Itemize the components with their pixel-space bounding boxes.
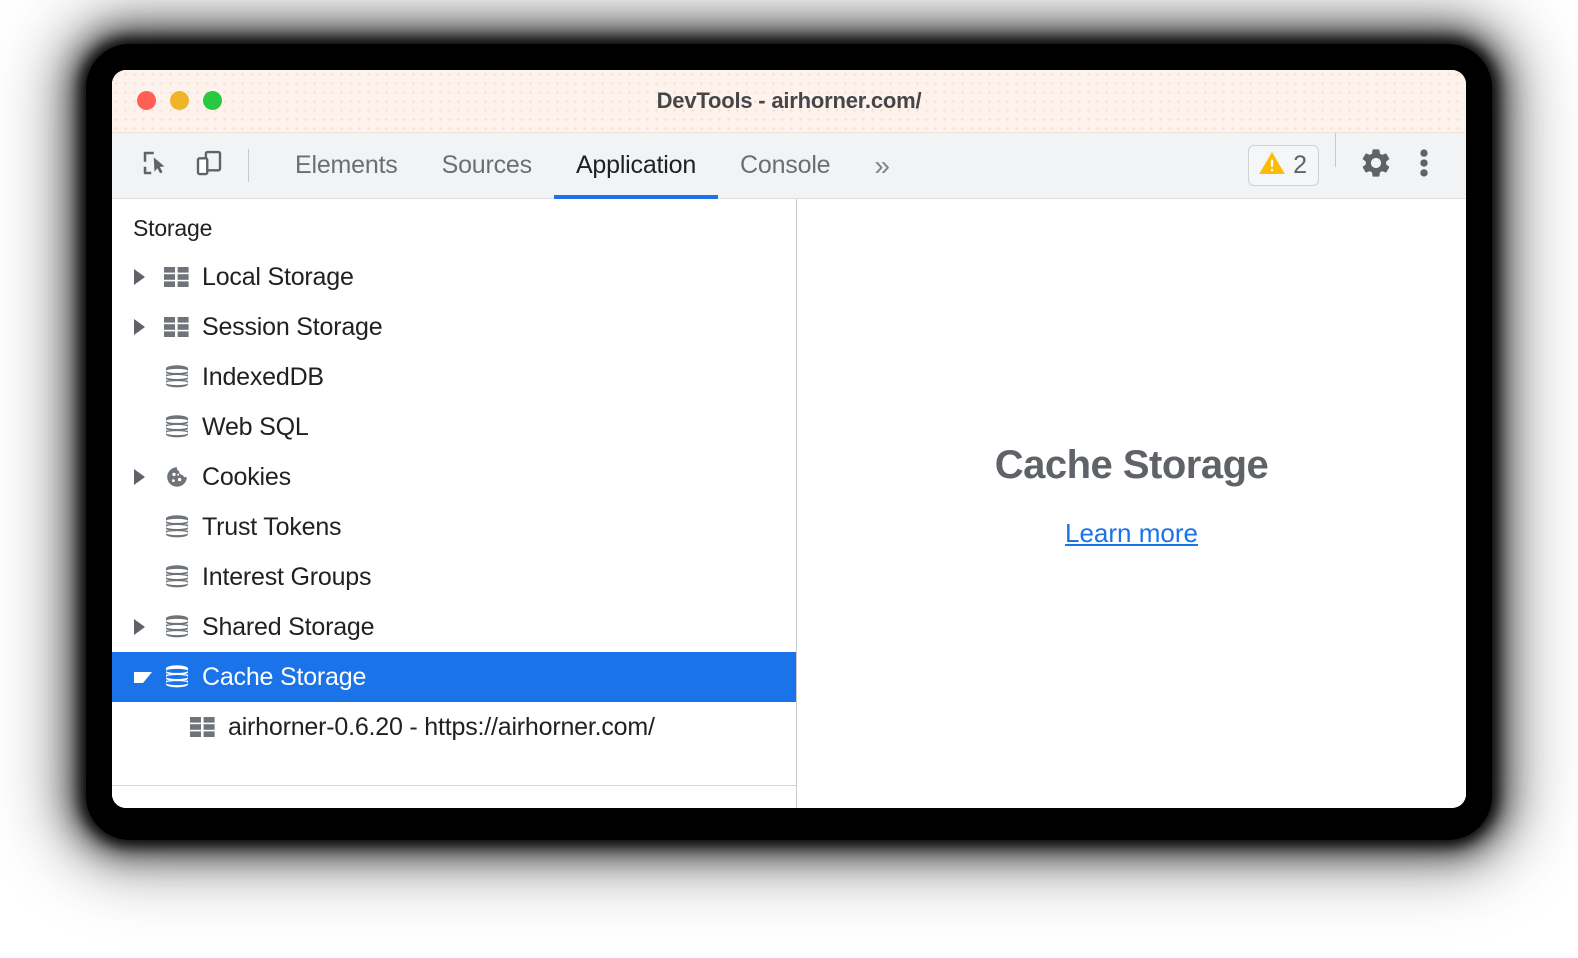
tab-label: Console [740,151,831,179]
sidebar-item-label: Cookies [202,462,291,491]
application-sidebar: Storage Local Storage Session Storage In… [112,199,797,808]
database-icon [160,665,194,689]
sidebar-item-interest-groups[interactable]: Interest Groups [112,552,796,602]
devtools-window: DevTools - airhorner.com/ Elements Sourc… [112,70,1466,808]
table-icon [160,317,194,337]
table-icon [160,267,194,287]
gear-icon [1359,146,1393,185]
panel-body: Storage Local Storage Session Storage In… [112,199,1466,808]
sidebar-item-trust-tokens[interactable]: Trust Tokens [112,502,796,552]
chevron-right-icon[interactable] [134,619,160,635]
chevron-double-right-icon: » [874,149,890,181]
more-options-button[interactable] [1400,142,1448,190]
settings-button[interactable] [1352,142,1400,190]
tab-label: Elements [295,151,398,179]
sidebar-item-label: Cache Storage [202,662,367,691]
sidebar-item-session-storage[interactable]: Session Storage [112,302,796,352]
sidebar-item-shared-storage[interactable]: Shared Storage [112,602,796,652]
sidebar-item-cache-storage[interactable]: Cache Storage [112,652,796,702]
database-icon [160,565,194,589]
tab-sources[interactable]: Sources [420,133,554,198]
toolbar-divider [248,149,249,182]
tab-label: Application [575,151,697,179]
sidebar-item-label: Shared Storage [202,612,375,641]
tab-label: Sources [441,151,533,179]
sidebar-item-cache-entry[interactable]: airhorner-0.6.20 - https://airhorner.com… [112,702,796,752]
warning-badge[interactable]: 2 [1248,145,1319,186]
sidebar-item-indexeddb[interactable]: IndexedDB [112,352,796,402]
title-bar: DevTools - airhorner.com/ [112,70,1466,133]
toolbar-right-group: 2 [1248,133,1466,198]
chevron-down-icon[interactable] [134,671,160,683]
sidebar-item-label: Interest Groups [202,562,372,591]
inspect-element-button[interactable] [128,133,182,198]
sidebar-bottom-divider [112,785,796,786]
tab-application[interactable]: Application [553,133,719,199]
tab-console[interactable]: Console [718,133,852,198]
database-icon [160,515,194,539]
more-tabs-button[interactable]: » [852,133,912,198]
table-icon [186,717,220,737]
panel-tabs: Elements Sources Application Console » [273,133,912,199]
database-icon [160,615,194,639]
warning-count: 2 [1293,151,1307,179]
sidebar-item-cookies[interactable]: Cookies [112,452,796,502]
kebab-menu-icon [1419,146,1429,185]
sidebar-item-label: Local Storage [202,262,354,291]
sidebar-item-label: Web SQL [202,412,309,441]
device-toolbar-button[interactable] [182,133,236,198]
warning-triangle-icon [1258,150,1286,181]
database-icon [160,415,194,439]
chevron-right-icon[interactable] [134,319,160,335]
sidebar-item-label: IndexedDB [202,362,324,391]
cookie-icon [160,465,194,489]
device-toolbar-icon [194,148,224,183]
inspect-element-icon [140,148,170,183]
empty-state-title: Cache Storage [994,442,1269,487]
sidebar-item-label: airhorner-0.6.20 - https://airhorner.com… [228,712,655,741]
main-content-panel: Cache Storage Learn more [797,199,1466,808]
storage-section-title: Storage [133,215,213,241]
toolbar-left-group [112,133,261,198]
sidebar-item-label: Trust Tokens [202,512,342,541]
database-icon [160,365,194,389]
sidebar-item-local-storage[interactable]: Local Storage [112,252,796,302]
tab-elements[interactable]: Elements [273,133,420,198]
learn-more-link[interactable]: Learn more [1065,518,1198,549]
devtools-toolbar: Elements Sources Application Console » 2 [112,133,1466,199]
window-title: DevTools - airhorner.com/ [656,88,922,113]
chevron-right-icon[interactable] [134,469,160,485]
sidebar-item-web-sql[interactable]: Web SQL [112,402,796,452]
toolbar-divider-right [1335,133,1336,167]
chevron-right-icon[interactable] [134,269,160,285]
sidebar-item-label: Session Storage [202,312,383,341]
